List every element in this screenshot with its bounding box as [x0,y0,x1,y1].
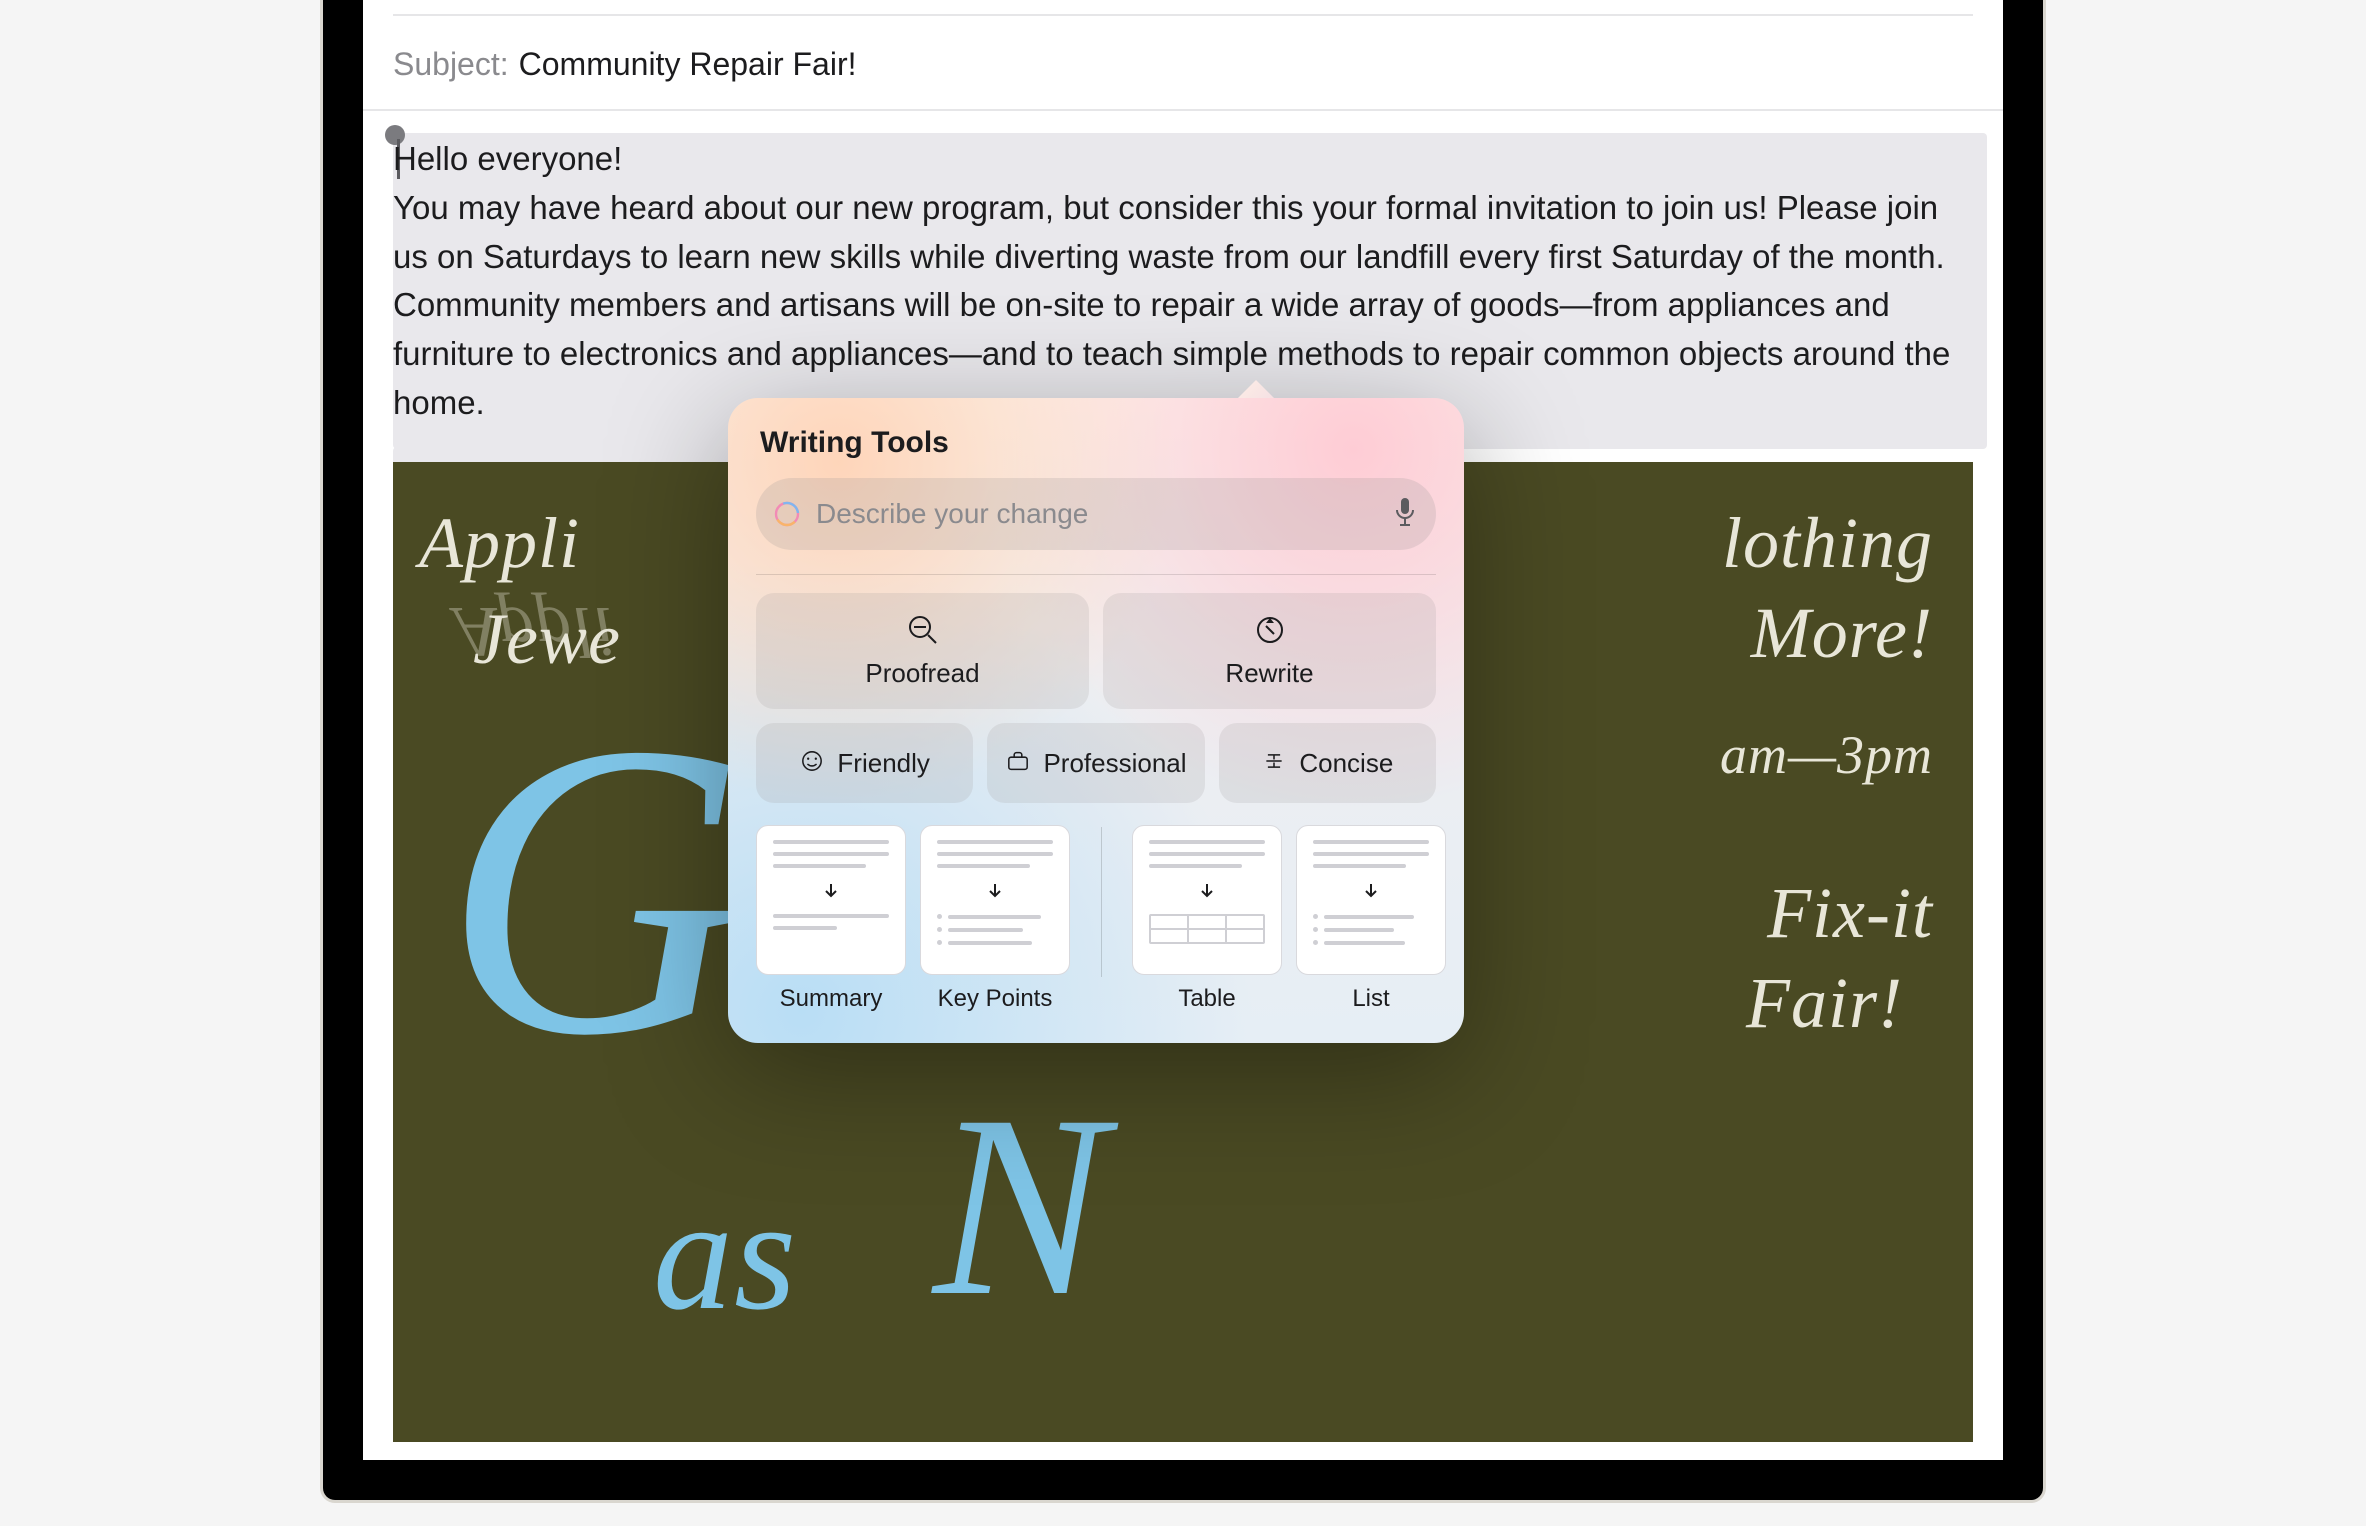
concise-label: Concise [1299,748,1393,779]
concise-icon [1261,748,1287,779]
arrow-down-icon [1362,882,1380,900]
list-button[interactable]: List [1296,825,1446,1013]
mail-compose-screen: Subject: Community Repair Fair! Hello ev… [363,0,2003,1460]
subject-row[interactable]: Subject: Community Repair Fair! [363,16,2003,111]
briefcase-icon [1005,748,1031,779]
keypoints-card-preview [920,825,1070,975]
table-button[interactable]: Table [1132,825,1282,1013]
keypoints-button[interactable]: Key Points [920,825,1070,1013]
keypoints-label: Key Points [938,985,1053,1013]
summary-label: Summary [780,985,883,1013]
poster-swash-n: N [933,1102,1106,1310]
arrow-down-icon [986,882,1004,900]
subject-value[interactable]: Community Repair Fair! [519,46,857,83]
poster-word: Appli [419,502,580,585]
list-card-preview [1296,825,1446,975]
rewrite-label: Rewrite [1225,658,1313,689]
professional-label: Professional [1043,748,1186,779]
smile-icon [799,748,825,779]
poster-word: More! [1751,592,1933,675]
ipad-frame: Subject: Community Repair Fair! Hello ev… [323,0,2043,1500]
magnifier-check-icon [906,613,940,652]
summary-button[interactable]: Summary [756,825,906,1013]
apple-intelligence-icon [770,497,804,531]
friendly-button[interactable]: Friendly [756,723,973,803]
writing-tools-popover: Writing Tools Describe your change [728,380,1464,1043]
divider [1101,827,1102,977]
table-card-preview [1132,825,1282,975]
microphone-icon[interactable] [1394,497,1416,532]
describe-change-placeholder: Describe your change [816,498,1382,530]
poster-swash-g: G [443,722,746,1058]
subject-label: Subject: [393,46,509,83]
rewrite-button[interactable]: Rewrite [1103,593,1436,709]
describe-change-input[interactable]: Describe your change [756,478,1436,550]
summary-card-preview [756,825,906,975]
proofread-button[interactable]: Proofread [756,593,1089,709]
popover-arrow [1238,380,1274,398]
divider [756,574,1436,575]
writing-tools-title: Writing Tools [760,426,1436,460]
proofread-label: Proofread [865,658,979,689]
table-label: Table [1178,985,1235,1013]
poster-word: Fix-it [1767,872,1933,955]
arrow-down-icon [822,882,840,900]
body-greeting: Hello everyone! [393,140,622,177]
poster-word: lothing [1722,502,1933,585]
friendly-label: Friendly [837,748,929,779]
poster-word: Fair! [1746,962,1903,1045]
writing-tools-panel: Writing Tools Describe your change [728,398,1464,1043]
arrow-down-icon [1198,882,1216,900]
list-label: List [1352,985,1389,1013]
poster-word: as [653,1162,797,1347]
concise-button[interactable]: Concise [1219,723,1436,803]
poster-time: am—3pm [1720,724,1933,786]
rewrite-icon [1253,613,1287,652]
professional-button[interactable]: Professional [987,723,1204,803]
